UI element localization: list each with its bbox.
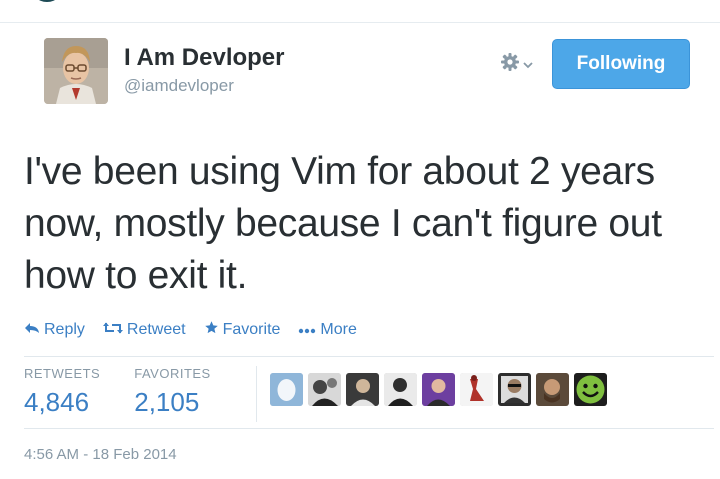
favoriter-avatar[interactable]	[422, 373, 455, 406]
gear-icon	[500, 52, 520, 77]
favoriter-avatar[interactable]	[346, 373, 379, 406]
retweets-label: RETWEETS	[24, 366, 101, 381]
user-handle[interactable]: @iamdevloper	[124, 76, 285, 96]
avatar[interactable]	[44, 38, 108, 104]
favorites-count: 2,105	[134, 387, 200, 417]
tweet-stats: RETWEETS 4,846 FAVORITES 2,105	[24, 366, 245, 418]
user-actions-menu[interactable]	[500, 52, 533, 77]
more-label: More	[320, 321, 357, 338]
favoriters-avatars	[270, 373, 607, 406]
tweet-actions: Reply Retweet Favorite More	[24, 320, 375, 340]
tweet-timestamp[interactable]: 4:56 AM - 18 Feb 2014	[24, 446, 177, 463]
header-avatar-edge	[30, 0, 64, 2]
divider	[24, 356, 714, 357]
retweet-arrows-icon	[102, 321, 123, 339]
favoriter-avatar[interactable]	[308, 373, 341, 406]
retweet-label: Retweet	[126, 321, 186, 338]
more-action[interactable]: More	[298, 321, 357, 339]
following-button[interactable]: Following	[552, 39, 690, 89]
user-info: I Am Devloper @iamdevloper	[124, 44, 285, 96]
display-name[interactable]: I Am Devloper	[124, 44, 285, 72]
retweets-stat[interactable]: RETWEETS 4,846	[24, 366, 100, 418]
reply-action[interactable]: Reply	[24, 321, 85, 339]
tweet-card: I Am Devloper @iamdevloper Following I'v…	[0, 0, 720, 479]
favoriter-avatar[interactable]	[498, 373, 531, 406]
favorites-stat[interactable]: FAVORITES 2,105	[134, 366, 211, 418]
reply-label: Reply	[44, 321, 85, 338]
top-bar	[0, 0, 720, 23]
favorite-action[interactable]: Favorite	[204, 320, 281, 340]
favorite-label: Favorite	[222, 321, 281, 338]
favoriter-avatar[interactable]	[536, 373, 569, 406]
stats-separator	[256, 366, 257, 422]
favoriter-avatar[interactable]	[460, 373, 493, 406]
ellipsis-icon	[298, 321, 316, 339]
favoriter-avatar[interactable]	[574, 373, 607, 406]
retweets-count: 4,846	[24, 387, 90, 417]
reply-arrow-icon	[24, 321, 40, 339]
divider	[24, 428, 714, 429]
star-icon	[204, 320, 219, 340]
favoriter-avatar[interactable]	[270, 373, 303, 406]
tweet-text: I've been using Vim for about 2 years no…	[24, 150, 662, 297]
favorites-label: FAVORITES	[134, 366, 211, 381]
chevron-down-icon	[523, 56, 533, 74]
favoriter-avatar[interactable]	[384, 373, 417, 406]
retweet-action[interactable]: Retweet	[102, 321, 186, 339]
avatar-portrait	[44, 38, 108, 104]
